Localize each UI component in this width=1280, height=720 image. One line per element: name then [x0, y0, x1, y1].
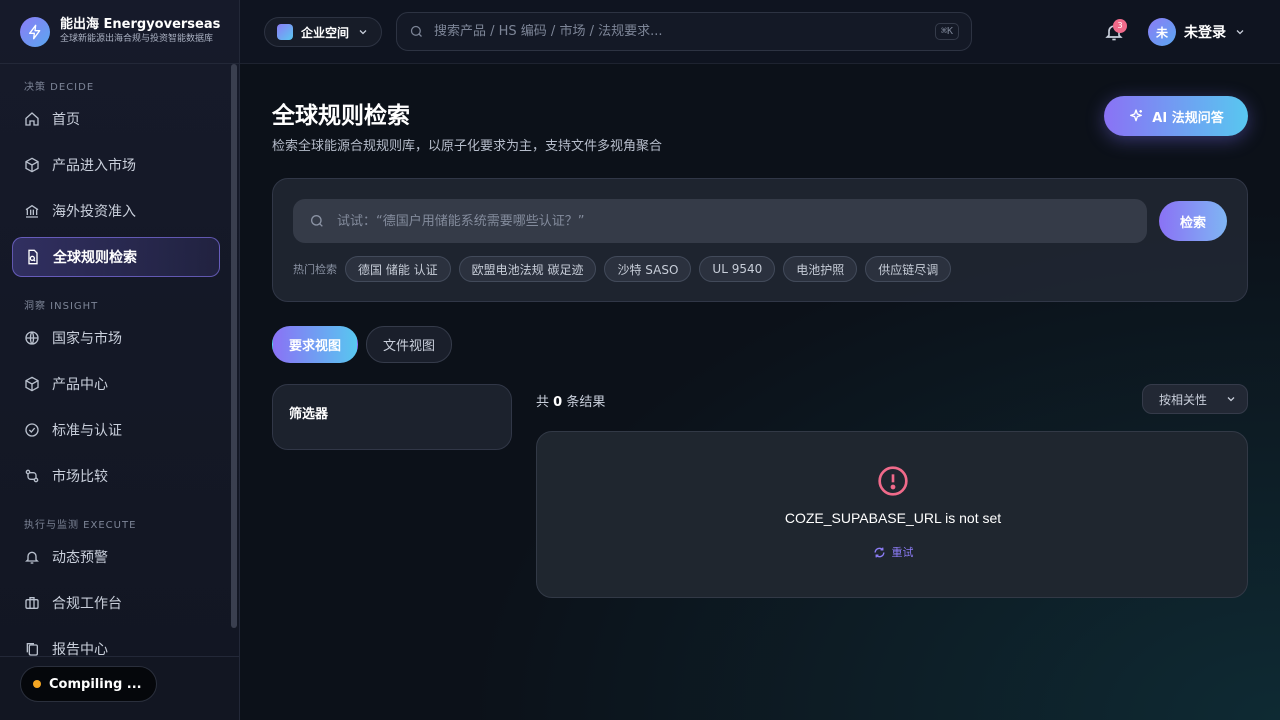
rules-search-input[interactable]: [337, 213, 1131, 229]
hot-tag[interactable]: 供应链尽调: [865, 256, 952, 282]
view-tabs: 要求视图 文件视图: [272, 326, 453, 363]
hot-tag[interactable]: 电池护照: [783, 256, 858, 282]
hot-tag[interactable]: UL 9540: [699, 256, 776, 282]
hot-tag[interactable]: 沙特 SASO: [604, 256, 692, 282]
global-search[interactable]: ⌘K: [396, 12, 972, 51]
page-title: 全球规则检索: [272, 103, 410, 129]
error-message: COZE_SUPABASE_URL is not set: [784, 510, 1002, 526]
sort-select[interactable]: 按相关性: [1142, 384, 1248, 414]
copy-icon: [26, 643, 38, 656]
home-icon: [25, 112, 39, 126]
sidebar-item-report-center[interactable]: 报告中心: [12, 629, 220, 656]
error-panel: COZE_SUPABASE_URL is not set 重试: [536, 431, 1248, 598]
user-menu[interactable]: 未 未登录: [1148, 18, 1246, 46]
result-count-value: 0: [553, 395, 563, 410]
sidebar-item-countries-markets[interactable]: 国家与市场: [12, 318, 220, 358]
sidebar-item-standards-certification[interactable]: 标准与认证: [12, 410, 220, 450]
brand-name: 能出海 Energyoverseas: [60, 17, 221, 32]
cube-icon: [25, 376, 39, 392]
sort-label: 按相关性: [1159, 392, 1208, 407]
lightning-logo-icon: [20, 16, 50, 47]
retry-button[interactable]: 重试: [537, 544, 1249, 560]
sidebar-item-product-market-entry[interactable]: 产品进入市场: [12, 145, 220, 185]
sidebar-item-label: 标准与认证: [52, 423, 122, 439]
retry-label: 重试: [891, 546, 914, 559]
brand[interactable]: 能出海 Energyoverseas 全球新能源出海合规与投资智能数据库: [0, 0, 239, 64]
hot-search-label: 热门检索: [293, 263, 337, 276]
ai-qa-button[interactable]: AI 法规问答: [1104, 96, 1248, 136]
tab-documents-view[interactable]: 文件视图: [366, 326, 453, 363]
sidebar-item-overseas-investment[interactable]: 海外投资准入: [12, 191, 220, 231]
sidebar-item-label: 市场比较: [52, 469, 108, 485]
sidebar: 能出海 Energyoverseas 全球新能源出海合规与投资智能数据库 决策 …: [0, 0, 240, 720]
chevron-down-icon: [359, 30, 367, 35]
search-button[interactable]: 检索: [1159, 201, 1227, 241]
bank-icon: [25, 204, 39, 218]
sidebar-item-global-rules-search[interactable]: 全球规则检索: [12, 237, 220, 277]
main-content: 全球规则检索 检索全球能源合规规则库，以原子化要求为主，支持文件多视角聚合 AI…: [240, 64, 1280, 720]
notification-badge: 3: [1113, 19, 1127, 33]
rules-search-box[interactable]: [293, 199, 1147, 243]
sidebar-footer: Compiling ...: [0, 656, 239, 720]
sidebar-item-label: 报告中心: [52, 642, 108, 656]
bell-icon: [25, 551, 39, 564]
workspace-label: 企业空间: [301, 25, 350, 40]
chevron-down-icon: [1227, 397, 1235, 402]
brand-subtitle: 全球新能源出海合规与投资智能数据库: [60, 34, 214, 44]
nav-section-execute: 执行与监测 EXECUTE: [24, 520, 137, 531]
sidebar-item-label: 产品进入市场: [52, 158, 136, 174]
sidebar-item-label: 全球规则检索: [53, 250, 137, 266]
sidebar-item-label: 合规工作台: [52, 596, 122, 612]
nav-section-decide: 决策 DECIDE: [24, 82, 95, 93]
globe-icon: [25, 331, 39, 345]
sidebar-item-product-center[interactable]: 产品中心: [12, 364, 220, 404]
hot-tag[interactable]: 德国 储能 认证: [345, 256, 451, 282]
search-panel: 检索 热门检索 德国 储能 认证 欧盟电池法规 碳足迹 沙特 SASO UL 9…: [272, 178, 1248, 302]
refresh-icon: [873, 547, 885, 557]
search-icon: [410, 25, 422, 37]
sparkle-icon: [1130, 109, 1143, 122]
sidebar-item-alerts[interactable]: 动态预警: [12, 537, 220, 577]
search-icon: [311, 215, 323, 227]
tab-requirements-view[interactable]: 要求视图: [272, 326, 359, 363]
status-dot-icon: [33, 680, 41, 688]
compare-icon: [25, 469, 39, 483]
nav-section-insight: 洞察 INSIGHT: [24, 301, 99, 312]
chevron-down-icon: [1236, 30, 1244, 35]
ai-qa-label: AI 法规问答: [1152, 110, 1224, 126]
filter-title: 筛选器: [289, 407, 329, 422]
global-search-input[interactable]: [434, 24, 925, 39]
hot-search-row: 热门检索 德国 储能 认证 欧盟电池法规 碳足迹 沙特 SASO UL 9540…: [293, 256, 952, 282]
compiling-label: Compiling ...: [49, 676, 142, 692]
sidebar-scrollbar[interactable]: [231, 64, 237, 628]
document-search-icon: [28, 249, 38, 265]
hot-tag[interactable]: 欧盟电池法规 碳足迹: [458, 256, 597, 282]
avatar: 未: [1148, 18, 1176, 46]
compiling-indicator[interactable]: Compiling ...: [20, 666, 157, 702]
shortcut-hint: ⌘K: [934, 23, 959, 40]
topbar: 企业空间 ⌘K 3 未 未登录: [240, 0, 1280, 64]
sidebar-item-label: 首页: [52, 112, 80, 128]
sidebar-item-label: 产品中心: [52, 377, 108, 393]
check-circle-icon: [25, 423, 39, 437]
workspace-switcher[interactable]: 企业空间: [264, 17, 383, 47]
sidebar-item-market-compare[interactable]: 市场比较: [12, 456, 220, 496]
sidebar-item-label: 动态预警: [52, 550, 108, 566]
result-prefix: 共: [536, 395, 550, 410]
page-subtitle: 检索全球能源合规规则库，以原子化要求为主，支持文件多视角聚合: [272, 139, 663, 154]
alert-circle-icon: [878, 466, 908, 496]
sidebar-item-home[interactable]: 首页: [12, 99, 220, 139]
result-suffix: 条结果: [566, 395, 606, 410]
sidebar-item-label: 国家与市场: [52, 331, 122, 347]
box-icon: [25, 157, 39, 173]
sidebar-item-label: 海外投资准入: [52, 204, 136, 220]
sidebar-item-compliance-workbench[interactable]: 合规工作台: [12, 583, 220, 623]
user-name: 未登录: [1184, 25, 1226, 41]
result-count: 共 0 条结果: [536, 391, 605, 410]
filter-panel: 筛选器: [272, 384, 512, 450]
sidebar-nav: 决策 DECIDE 首页 产品进入市场 海外投资准入 全球规则检索 洞察 INS…: [0, 64, 232, 656]
briefcase-icon: [25, 597, 39, 609]
workspace-icon: [277, 24, 293, 40]
